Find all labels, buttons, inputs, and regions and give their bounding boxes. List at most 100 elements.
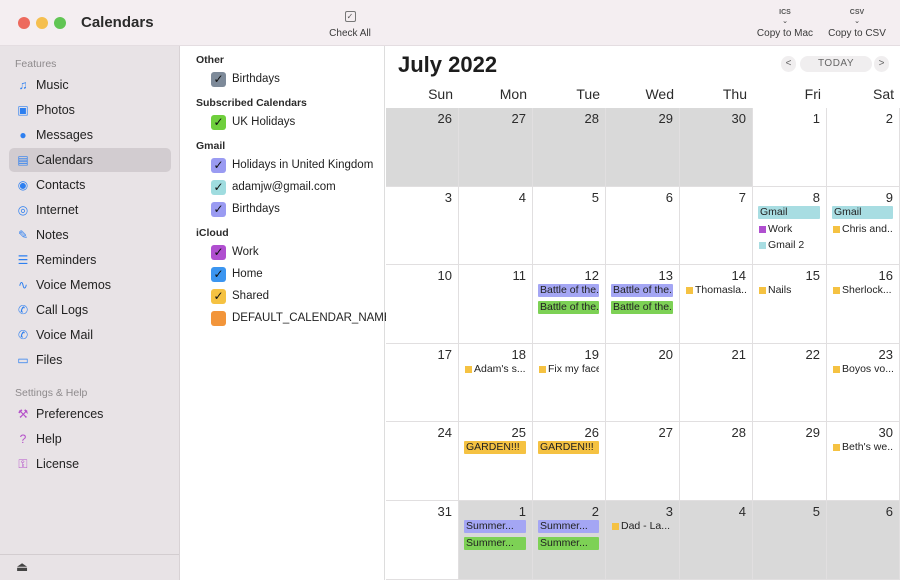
- calendar-event[interactable]: Gmail 2: [758, 239, 820, 252]
- sidebar-item-calendars[interactable]: ▤ Calendars: [9, 148, 171, 172]
- zoom-window-button[interactable]: [54, 17, 66, 29]
- day-cell[interactable]: 11: [459, 265, 533, 344]
- day-cell[interactable]: 19 Fix my face: [533, 344, 606, 422]
- day-cell[interactable]: 3: [386, 187, 459, 265]
- sidebar-item-notes[interactable]: ✎ Notes: [9, 223, 171, 247]
- copy-to-mac-button[interactable]: ICS ⌄ Copy to Mac: [752, 8, 818, 39]
- eject-icon[interactable]: ⏏: [16, 559, 28, 575]
- calendar-event[interactable]: Fix my face: [538, 363, 599, 376]
- day-cell[interactable]: 30: [680, 108, 753, 187]
- day-cell[interactable]: 7: [680, 187, 753, 265]
- calendar-event[interactable]: Battle of the...: [611, 300, 673, 314]
- calendar-checkbox[interactable]: [211, 311, 226, 326]
- calendar-event[interactable]: Battle of the...: [538, 284, 599, 297]
- day-cell[interactable]: 20: [606, 344, 680, 422]
- calendar-checkbox[interactable]: ✓: [211, 245, 226, 260]
- day-cell[interactable]: 30 Beth's we...: [827, 422, 900, 501]
- calendar-event[interactable]: Beth's we...: [832, 441, 893, 454]
- calendar-event[interactable]: Sherlock...: [832, 284, 893, 297]
- calendar-event[interactable]: Summer...: [464, 536, 526, 550]
- day-cell[interactable]: 6: [606, 187, 680, 265]
- day-number: 21: [731, 347, 746, 362]
- calendar-event[interactable]: Boyos vo...: [832, 363, 893, 376]
- day-cell[interactable]: 15 Nails: [753, 265, 827, 344]
- sidebar-item-call-logs[interactable]: ✆ Call Logs: [9, 298, 171, 322]
- day-cell[interactable]: 28: [680, 422, 753, 501]
- day-cell[interactable]: 3 Dad - La...: [606, 501, 680, 580]
- day-cell[interactable]: 4: [459, 187, 533, 265]
- day-cell[interactable]: 2 Summer... Summer...: [533, 501, 606, 580]
- calendar-event[interactable]: GARDEN!!!: [538, 441, 599, 454]
- day-cell[interactable]: 28: [533, 108, 606, 187]
- day-cell[interactable]: 16 Sherlock...: [827, 265, 900, 344]
- day-cell[interactable]: 9 Gmail Chris and...: [827, 187, 900, 265]
- calendar-event[interactable]: GARDEN!!!: [464, 441, 526, 454]
- day-cell[interactable]: 26: [386, 108, 459, 187]
- day-cell[interactable]: 26 GARDEN!!!: [533, 422, 606, 501]
- calendar-checkbox[interactable]: ✓: [211, 115, 226, 130]
- calendar-checkbox[interactable]: ✓: [211, 72, 226, 87]
- calendar-event[interactable]: Summer...: [538, 536, 599, 550]
- sidebar-item-internet[interactable]: ◎ Internet: [9, 198, 171, 222]
- sidebar-item-voice-mail[interactable]: ✆ Voice Mail: [9, 323, 171, 347]
- day-cell[interactable]: 25 GARDEN!!!: [459, 422, 533, 501]
- day-cell[interactable]: 10: [386, 265, 459, 344]
- calendar-checkbox[interactable]: ✓: [211, 289, 226, 304]
- day-cell[interactable]: 5: [753, 501, 827, 580]
- day-cell[interactable]: 27: [459, 108, 533, 187]
- today-button[interactable]: TODAY: [800, 56, 872, 72]
- day-cell[interactable]: 29: [753, 422, 827, 501]
- sidebar-item-license[interactable]: ⚿ License: [9, 452, 171, 476]
- calendar-checkbox[interactable]: ✓: [211, 180, 226, 195]
- sidebar-item-reminders[interactable]: ☰ Reminders: [9, 248, 171, 272]
- day-cell[interactable]: 17: [386, 344, 459, 422]
- day-cell[interactable]: 1: [753, 108, 827, 187]
- day-cell[interactable]: 4: [680, 501, 753, 580]
- day-cell[interactable]: 27: [606, 422, 680, 501]
- calendar-event[interactable]: Battle of the...: [538, 300, 599, 314]
- sidebar-item-preferences[interactable]: ⚒ Preferences: [9, 402, 171, 426]
- calendar-event[interactable]: Summer...: [464, 520, 526, 533]
- day-cell[interactable]: 2: [827, 108, 900, 187]
- sidebar-item-photos[interactable]: ▣ Photos: [9, 98, 171, 122]
- day-cell[interactable]: 29: [606, 108, 680, 187]
- calendar-event[interactable]: Gmail: [758, 206, 820, 219]
- day-cell[interactable]: 18 Adam's s...: [459, 344, 533, 422]
- sidebar-item-help[interactable]: ? Help: [9, 427, 171, 451]
- copy-to-csv-button[interactable]: CSV ⌄ Copy to CSV: [824, 8, 890, 39]
- day-cell[interactable]: 1 Summer... Summer...: [459, 501, 533, 580]
- calendar-event[interactable]: Thomasla...: [685, 284, 746, 297]
- day-cell[interactable]: 24: [386, 422, 459, 501]
- previous-month-button[interactable]: <: [781, 56, 796, 72]
- day-cell[interactable]: 31: [386, 501, 459, 580]
- day-cell[interactable]: 12 Battle of the... Battle of the...: [533, 265, 606, 344]
- sidebar-item-files[interactable]: ▭ Files: [9, 348, 171, 372]
- day-cell[interactable]: 14 Thomasla...: [680, 265, 753, 344]
- calendar-event[interactable]: Gmail: [832, 206, 893, 219]
- calendar-event[interactable]: Adam's s...: [464, 363, 526, 376]
- sidebar-item-music[interactable]: ♫ Music: [9, 73, 171, 97]
- day-cell[interactable]: 23 Boyos vo...: [827, 344, 900, 422]
- calendar-checkbox[interactable]: ✓: [211, 158, 226, 173]
- sidebar-item-contacts[interactable]: ◉ Contacts: [9, 173, 171, 197]
- next-month-button[interactable]: >: [874, 56, 889, 72]
- minimize-window-button[interactable]: [36, 17, 48, 29]
- day-cell[interactable]: 13 Battle of the... Battle of the...: [606, 265, 680, 344]
- close-window-button[interactable]: [18, 17, 30, 29]
- calendar-event[interactable]: Battle of the...: [611, 284, 673, 297]
- day-cell[interactable]: 21: [680, 344, 753, 422]
- calendar-event[interactable]: Chris and...: [832, 223, 893, 236]
- calendar-event[interactable]: Summer...: [538, 520, 599, 533]
- calendar-event[interactable]: Nails: [758, 284, 820, 297]
- calendar-checkbox[interactable]: ✓: [211, 202, 226, 217]
- check-all-button[interactable]: ✓ Check All: [322, 8, 378, 39]
- day-cell[interactable]: 8 Gmail Work Gmail 2: [753, 187, 827, 265]
- day-cell[interactable]: 6: [827, 501, 900, 580]
- calendar-event[interactable]: Work: [758, 223, 820, 236]
- sidebar-item-messages[interactable]: ● Messages: [9, 123, 171, 147]
- day-cell[interactable]: 22: [753, 344, 827, 422]
- calendar-checkbox[interactable]: ✓: [211, 267, 226, 282]
- calendar-event[interactable]: Dad - La...: [611, 520, 673, 533]
- day-cell[interactable]: 5: [533, 187, 606, 265]
- sidebar-item-voice-memos[interactable]: ∿ Voice Memos: [9, 273, 171, 297]
